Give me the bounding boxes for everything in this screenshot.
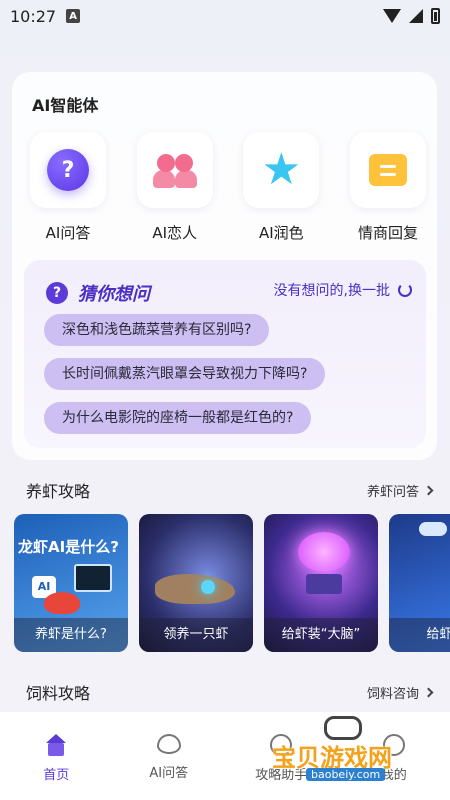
agent-ai-qa[interactable]: ? AI问答 <box>28 132 108 243</box>
tab-label: AI问答 <box>149 766 189 781</box>
banner-shrimp-equip[interactable]: 给虾装 <box>389 514 450 652</box>
agent-tile[interactable]: ★ <box>243 132 320 208</box>
wifi-icon <box>383 9 401 23</box>
question-chip[interactable]: 长时间佩戴蒸汽眼罩会导致视力下降吗? <box>44 358 326 390</box>
brain-icon <box>298 532 350 572</box>
shrimp-section-title: 养虾攻略 <box>26 482 91 501</box>
banner-what-is-shrimp[interactable]: 龙虾AI是什么? AI 养虾是什么? <box>14 514 128 652</box>
home-icon <box>44 734 68 756</box>
agent-tile[interactable] <box>349 132 426 208</box>
banner-caption: 领养一只虾 <box>139 618 253 652</box>
chip-icon <box>306 574 342 594</box>
agents-card-title: AI智能体 <box>32 96 99 115</box>
chat-box-icon <box>368 154 407 186</box>
monitor-icon <box>74 564 112 592</box>
more-label: 养虾问答 <box>366 485 419 500</box>
guess-header: ? 猜你想问 <box>46 280 150 306</box>
status-indicators <box>383 8 440 24</box>
agent-ai-polish[interactable]: ★ AI润色 <box>241 132 321 243</box>
agent-label: AI问答 <box>45 224 91 242</box>
banner-caption: 给虾装“大脑” <box>264 618 378 652</box>
chevron-right-icon <box>423 485 434 496</box>
feed-section-title: 饲料攻略 <box>26 684 91 703</box>
tab-label: 首页 <box>43 768 70 783</box>
feed-consult-link[interactable]: 饲料咨询 <box>366 683 434 702</box>
chat-bubble-icon <box>156 734 181 754</box>
tab-label: 我的 <box>380 768 407 783</box>
cell-signal-icon <box>409 9 423 23</box>
notification-a-icon: A <box>66 9 81 23</box>
agents-row: ? AI问答 AI恋人 ★ AI润色 情商回复 <box>28 132 428 243</box>
tab-label: 攻略助手 <box>255 768 308 783</box>
question-chip[interactable]: 深色和浅色蔬菜营养有区别吗? <box>44 314 270 346</box>
banner-adopt-shrimp[interactable]: 领养一只虾 <box>139 514 253 652</box>
chevron-right-icon <box>423 687 434 698</box>
agent-ai-lover[interactable]: AI恋人 <box>135 132 215 243</box>
refresh-icon <box>398 283 412 297</box>
agent-eq-reply[interactable]: 情商回复 <box>348 132 428 243</box>
banner-shrimp-brain[interactable]: 给虾装“大脑” <box>264 514 378 652</box>
question-mark-icon: ? <box>46 282 68 304</box>
banner-caption: 给虾装 <box>389 618 450 652</box>
question-bubble-icon: ? <box>47 149 89 191</box>
ai-agents-card: AI智能体 ? AI问答 AI恋人 ★ AI润色 情商回复 ? 猜你想问 没有想… <box>12 72 437 460</box>
glow-orb-icon <box>201 580 215 594</box>
tab-guide-assistant[interactable]: 攻略助手 <box>225 712 338 800</box>
refresh-label: 没有想问的,换一批 <box>273 283 390 299</box>
lobster-icon <box>44 592 80 614</box>
agent-tile[interactable]: ? <box>30 132 106 208</box>
tab-mine[interactable]: 我的 <box>338 712 450 800</box>
agent-label: 情商回复 <box>357 224 418 242</box>
sparkle-star-icon: ★ <box>261 144 302 195</box>
more-label: 饲料咨询 <box>366 687 419 702</box>
lobster-illustration <box>155 574 235 604</box>
banner-caption: 养虾是什么? <box>14 618 128 652</box>
guide-icon <box>270 734 293 756</box>
shrimp-banner-carousel[interactable]: 龙虾AI是什么? AI 养虾是什么? 领养一只虾 给虾装“大脑” 给虾装 <box>14 514 450 654</box>
couple-icon <box>151 150 199 190</box>
question-chip[interactable]: 为什么电影院的座椅一般都是红色的? <box>44 402 312 434</box>
status-bar: 10:27 A <box>0 0 450 32</box>
shrimp-qa-link[interactable]: 养虾问答 <box>366 481 434 500</box>
battery-icon <box>431 8 440 24</box>
guess-questions-panel: ? 猜你想问 没有想问的,换一批 深色和浅色蔬菜营养有区别吗? 长时间佩戴蒸汽眼… <box>24 260 426 448</box>
cloud-icon <box>419 522 447 536</box>
tab-home[interactable]: 首页 <box>0 712 113 800</box>
agent-label: AI恋人 <box>152 224 197 242</box>
user-icon <box>382 734 405 756</box>
agent-label: AI润色 <box>258 224 304 242</box>
refresh-questions-button[interactable]: 没有想问的,换一批 <box>274 280 412 300</box>
tab-ai-qa[interactable]: AI问答 <box>113 712 226 800</box>
guess-title: 猜你想问 <box>78 284 150 305</box>
banner-headline: 龙虾AI是什么? <box>18 538 119 556</box>
status-time: 10:27 <box>10 6 57 26</box>
bottom-nav: 首页 AI问答 攻略助手 我的 <box>0 712 450 800</box>
agent-tile[interactable] <box>136 132 213 208</box>
